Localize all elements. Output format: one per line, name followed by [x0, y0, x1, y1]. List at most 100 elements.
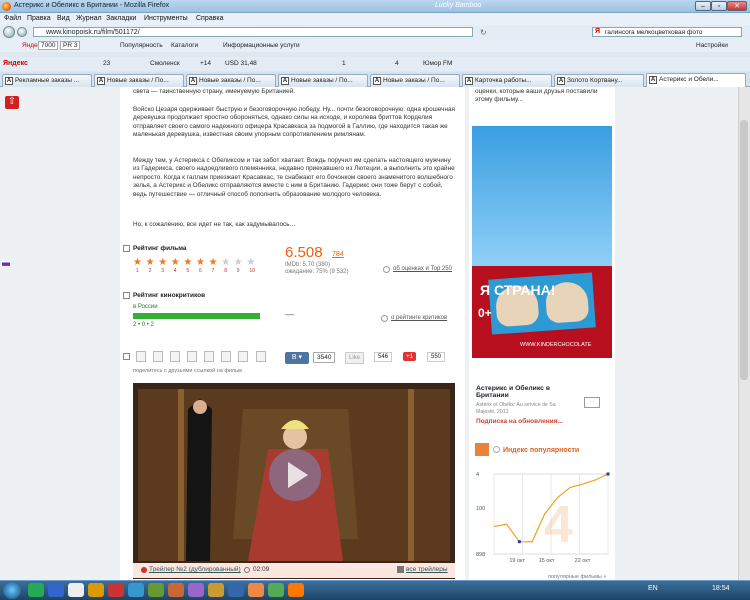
menu-tools[interactable]: Инструменты [144, 15, 188, 22]
minimize-button[interactable]: – [695, 1, 711, 11]
taskbar-app-4[interactable] [88, 583, 104, 597]
clock: 18:54 [712, 585, 730, 592]
critics-rating-bar [133, 313, 260, 319]
taskbar-app-8[interactable] [168, 583, 184, 597]
close-button[interactable]: ✕ [727, 1, 747, 11]
humor-fm-link[interactable]: Юмор FM [423, 60, 452, 67]
theme-brand: Lucky Bamboo [435, 2, 482, 9]
friends-tool-icon[interactable] [238, 351, 248, 362]
rating-info-link[interactable]: об оценках и Top 250 [393, 266, 452, 272]
forward-button[interactable] [17, 27, 27, 37]
chart-ytick-label: 4 [476, 472, 479, 478]
note-tool-icon[interactable] [170, 351, 180, 362]
reload-icon[interactable]: ↻ [480, 28, 490, 37]
chart-ytick-label: 898 [476, 552, 485, 558]
tab-4[interactable]: A Новые заказы / По... [278, 74, 368, 87]
ad-age: 0+ [478, 306, 492, 320]
tab-favicon-icon: A [189, 77, 197, 85]
subscribe-link[interactable]: Подписка на обновления... [476, 418, 563, 425]
bookmark-tool-icon[interactable] [136, 351, 146, 362]
all-trailers-link[interactable]: все трейлеры [406, 566, 448, 573]
tab-3[interactable]: A Новые заказы / По... [186, 74, 276, 87]
tab-6[interactable]: A Карточка работы... [462, 74, 552, 87]
start-button[interactable] [3, 581, 21, 599]
critics-counts: 2 • 0 • 2 [133, 322, 154, 328]
weather-city[interactable]: Смоленск [150, 60, 180, 67]
taskbar-firefox[interactable] [288, 583, 304, 597]
search-input[interactable]: галинсога мелкоцветковая фото [592, 27, 742, 37]
toolbar-seo: Яндекс 7000 PR 3 Популярность Каталоги И… [0, 39, 750, 52]
settings-link[interactable]: Настройки [696, 42, 728, 49]
taskbar-app-13[interactable] [268, 583, 284, 597]
tab-label: Новые заказы / По... [291, 77, 353, 84]
maximize-button[interactable]: ▫ [711, 1, 727, 11]
tab-label: Новые заказы / По... [383, 77, 445, 84]
figure-dark-robe [186, 399, 212, 561]
menu-edit[interactable]: Правка [27, 15, 51, 22]
taskbar-app-11[interactable] [228, 583, 244, 597]
vk-share-button[interactable]: В ▾ [285, 352, 309, 364]
qr-tool-icon[interactable] [256, 351, 266, 362]
taskbar-app-1[interactable] [28, 583, 44, 597]
menu-file[interactable]: Файл [4, 15, 21, 22]
description-p3: Но, к сожалению, все идет не так, как за… [133, 221, 296, 228]
tic-value: 7000 [38, 41, 59, 50]
menu-help[interactable]: Справка [196, 15, 223, 22]
tools-toggle[interactable] [123, 353, 133, 360]
tab-2[interactable]: A Новые заказы / По... [94, 74, 184, 87]
back-button[interactable] [3, 26, 15, 38]
taskbar-app-10[interactable] [208, 583, 224, 597]
envelope-icon[interactable] [584, 397, 600, 408]
google-plus-button[interactable]: +1 [403, 352, 417, 361]
taskbar-app-5[interactable] [108, 583, 124, 597]
popular-link[interactable]: Популярность [120, 42, 163, 49]
print-tool-icon[interactable] [153, 351, 163, 362]
trailer-link[interactable]: Трейлер №2 (дублированный) [149, 566, 241, 573]
critics-region: в России [133, 304, 158, 310]
language-indicator[interactable]: EN [648, 585, 658, 592]
usd-rate[interactable]: USD 31,48 [225, 60, 257, 67]
like-button[interactable]: Like [345, 352, 365, 364]
taskbar-app-2[interactable] [48, 583, 64, 597]
counter-2[interactable]: 4 [395, 60, 399, 67]
tab-7[interactable]: A Золото Кортвану... [554, 74, 644, 87]
rating-count[interactable]: 784 [332, 251, 344, 258]
taskbar-app-3[interactable] [68, 583, 84, 597]
catalogs-link[interactable]: Каталоги [171, 42, 198, 49]
clock-icon [244, 567, 250, 573]
tab-label: Астерикс и Обели... [659, 76, 719, 83]
info-services-link[interactable]: Информационные услуги [223, 42, 300, 49]
taskbar-app-7[interactable] [148, 583, 164, 597]
group-tool-icon[interactable] [221, 351, 231, 362]
tab-1[interactable]: A Рекламные заказы ... [2, 74, 92, 87]
menu-history[interactable]: Журнал [76, 15, 102, 22]
counter-1[interactable]: 1 [342, 60, 346, 67]
scrollbar-thumb[interactable] [740, 120, 748, 380]
ad-url: WWW.KINDERCHOCOLATE [520, 342, 592, 348]
kinder-ad-banner[interactable]: Я СТРАНА! 0+ WWW.KINDERCHOCOLATE [472, 126, 612, 358]
url-bar[interactable]: www.kinopoisk.ru/film/501172/ [33, 27, 473, 37]
tab-8-active[interactable]: A Астерикс и Обели... [646, 73, 746, 88]
taskbar-app-9[interactable] [188, 583, 204, 597]
scroll-up-arrow-icon[interactable]: ⇧ [5, 96, 19, 109]
trailer-dot-icon [141, 567, 147, 573]
tab-5[interactable]: A Новые заказы / По... [370, 74, 460, 87]
taskbar-app-6[interactable] [128, 583, 144, 597]
film-card-title[interactable]: Астерикс и Обеликс в Британии [476, 385, 571, 399]
tab-label: Золото Кортвану... [567, 77, 623, 84]
toolbar-yandex: Яндекс 23 Смоленск +14 USD 31,48 1 4 Юмо… [0, 42, 750, 71]
imdb-rating: IMDb: 5.70 (380) [285, 262, 331, 268]
menu-bookmarks[interactable]: Закладки [106, 15, 136, 22]
mail-count[interactable]: 23 [103, 60, 110, 67]
taskbar-app-12[interactable] [248, 583, 264, 597]
vk-count: 3540 [313, 352, 336, 363]
list-tool-icon[interactable] [187, 351, 197, 362]
expectation-rating: ожидание: 75% (9 532) [285, 269, 349, 275]
menu-view[interactable]: Вид [57, 15, 70, 22]
video-player[interactable] [138, 389, 450, 561]
user-tool-icon[interactable] [204, 351, 214, 362]
yandex-logo[interactable]: Яндекс [3, 60, 28, 67]
critics-info-link[interactable]: о рейтинге критиков [391, 315, 447, 321]
tab-favicon-icon: A [373, 77, 381, 85]
film-rating-heading: Рейтинг фильма [123, 245, 187, 252]
